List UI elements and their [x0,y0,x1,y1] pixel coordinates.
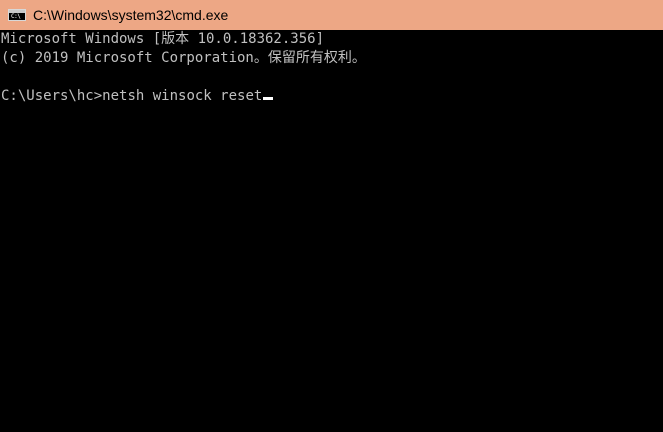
console-input-line[interactable]: C:\Users\hc>netsh winsock reset [1,87,663,106]
icon-glyph: C:\ [11,13,21,20]
console-command[interactable]: netsh winsock reset [102,88,262,104]
window-title: C:\Windows\system32\cmd.exe [33,7,229,23]
console-line-version: Microsoft Windows [版本 10.0.18362.356] [1,31,325,47]
text-cursor [263,97,274,100]
console-output[interactable]: Microsoft Windows [版本 10.0.18362.356] (c… [0,30,663,432]
console-prompt: C:\Users\hc> [1,88,103,104]
cmd-window: C:\ C:\Windows\system32\cmd.exe Microsof… [0,0,663,432]
console-line-copyright: (c) 2019 Microsoft Corporation。保留所有权利。 [1,50,366,66]
console-app-icon[interactable]: C:\ [8,9,26,21]
title-bar[interactable]: C:\ C:\Windows\system32\cmd.exe [0,0,663,30]
